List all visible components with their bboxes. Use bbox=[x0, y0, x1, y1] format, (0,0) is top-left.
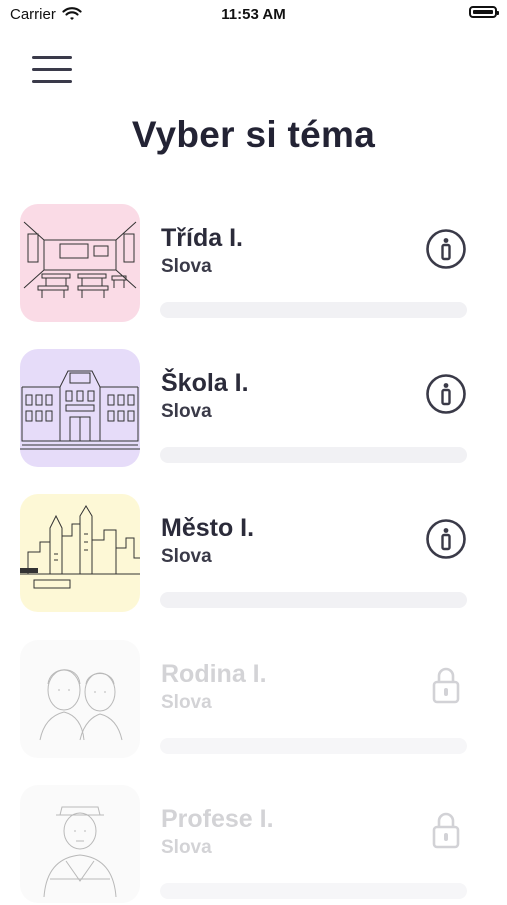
topic-item-skola[interactable]: Škola I. Slova bbox=[20, 349, 490, 469]
profession-illustration-icon bbox=[20, 785, 140, 903]
progress-bar bbox=[160, 447, 467, 463]
menu-line bbox=[32, 68, 72, 71]
topic-thumbnail bbox=[20, 204, 140, 322]
topic-title: Rodina I. bbox=[161, 660, 267, 688]
menu-line bbox=[32, 56, 72, 59]
progress-bar bbox=[160, 302, 467, 318]
topic-title: Profese I. bbox=[161, 805, 274, 833]
info-icon[interactable] bbox=[425, 228, 467, 270]
status-bar: Carrier 11:53 AM bbox=[0, 0, 507, 32]
topic-title: Třída I. bbox=[161, 224, 243, 252]
topic-thumbnail bbox=[20, 640, 140, 758]
topic-thumbnail bbox=[20, 494, 140, 612]
status-right bbox=[469, 6, 499, 18]
topic-subtitle: Slova bbox=[161, 546, 212, 567]
info-icon[interactable] bbox=[425, 518, 467, 560]
topic-item-profese[interactable]: Profese I. Slova bbox=[20, 785, 490, 905]
lock-icon[interactable] bbox=[425, 664, 467, 706]
lock-icon[interactable] bbox=[425, 809, 467, 851]
topic-thumbnail bbox=[20, 349, 140, 467]
topic-item-trida[interactable]: Třída I. Slova bbox=[20, 204, 490, 324]
topic-subtitle: Slova bbox=[161, 837, 212, 858]
battery-icon bbox=[469, 6, 499, 18]
school-illustration-icon bbox=[20, 349, 140, 467]
menu-line bbox=[32, 80, 72, 83]
classroom-illustration-icon bbox=[20, 204, 140, 322]
progress-bar bbox=[160, 738, 467, 754]
status-time: 11:53 AM bbox=[221, 6, 286, 23]
topic-title: Město I. bbox=[161, 514, 255, 542]
topic-thumbnail bbox=[20, 785, 140, 903]
city-illustration-icon bbox=[20, 494, 140, 612]
menu-button[interactable] bbox=[32, 56, 72, 86]
topic-subtitle: Slova bbox=[161, 256, 212, 277]
topic-title: Škola I. bbox=[161, 369, 249, 397]
progress-bar bbox=[160, 592, 467, 608]
topic-subtitle: Slova bbox=[161, 401, 212, 422]
family-illustration-icon bbox=[20, 640, 140, 758]
page-title: Vyber si téma bbox=[131, 114, 376, 155]
info-icon[interactable] bbox=[425, 373, 467, 415]
topic-subtitle: Slova bbox=[161, 692, 212, 713]
topic-item-mesto[interactable]: Město I. Slova bbox=[20, 494, 490, 614]
progress-bar bbox=[160, 883, 467, 899]
topic-item-rodina[interactable]: Rodina I. Slova bbox=[20, 640, 490, 760]
